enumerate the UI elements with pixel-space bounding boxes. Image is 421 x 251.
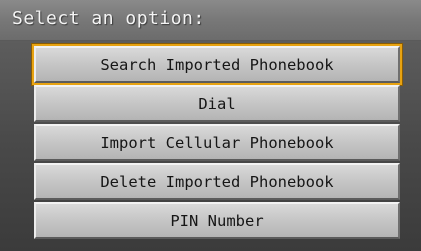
import-cellular-phonebook-button[interactable]: Import Cellular Phonebook bbox=[34, 124, 400, 161]
option-label: Delete Imported Phonebook bbox=[100, 172, 334, 191]
dial-button[interactable]: Dial bbox=[34, 85, 400, 122]
option-label: Import Cellular Phonebook bbox=[100, 133, 334, 152]
option-label: PIN Number bbox=[170, 211, 264, 230]
screen-title: Select an option: bbox=[12, 8, 205, 29]
option-label: Search Imported Phonebook bbox=[100, 55, 334, 74]
option-list: Search Imported Phonebook Dial Import Ce… bbox=[34, 46, 400, 241]
option-label: Dial bbox=[198, 94, 236, 113]
title-bar: Select an option: bbox=[0, 0, 421, 41]
pin-number-button[interactable]: PIN Number bbox=[34, 202, 400, 239]
phone-menu-screen: Select an option: Search Imported Phoneb… bbox=[0, 0, 421, 251]
search-imported-phonebook-button[interactable]: Search Imported Phonebook bbox=[34, 46, 400, 83]
delete-imported-phonebook-button[interactable]: Delete Imported Phonebook bbox=[34, 163, 400, 200]
